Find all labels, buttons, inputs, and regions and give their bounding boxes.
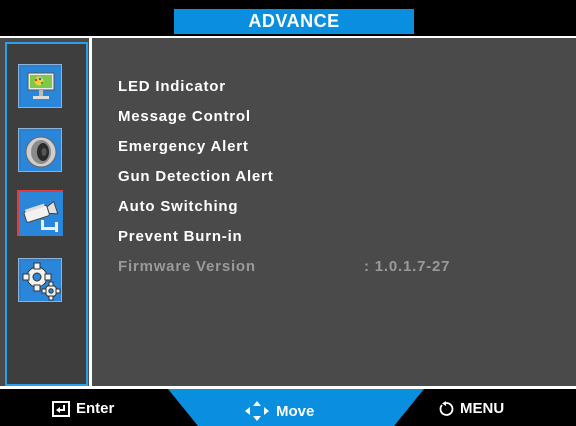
page-title-label: ADVANCE	[248, 11, 340, 31]
firmware-version-value: : 1.0.1.7-27	[364, 258, 451, 275]
footer-bar: Enter Move MENU	[0, 389, 576, 426]
gear-icon	[21, 261, 61, 301]
menu-item-led-indicator[interactable]: LED Indicator	[118, 78, 226, 95]
footer-enter[interactable]: Enter	[52, 400, 114, 417]
sidebar-item-system[interactable]	[18, 258, 62, 302]
sidebar-item-audio[interactable]	[18, 128, 62, 172]
footer-menu-label: MENU	[460, 400, 505, 417]
title-bar: ADVANCE	[0, 0, 576, 36]
menu-item-firmware-version: Firmware Version	[118, 258, 256, 275]
sidebar-item-advance[interactable]	[17, 190, 63, 236]
footer-enter-label: Enter	[76, 400, 115, 417]
footer-move[interactable]: Move	[244, 400, 314, 422]
page-title: ADVANCE	[174, 9, 414, 34]
enter-icon	[52, 400, 70, 417]
footer-move-label: Move	[276, 402, 315, 420]
move-arrows-icon	[245, 401, 269, 421]
sidebar-item-picture[interactable]	[18, 64, 62, 108]
menu-item-prevent-burn-in[interactable]: Prevent Burn-in	[118, 228, 243, 245]
back-arrow-icon	[439, 400, 454, 416]
camera-icon	[19, 192, 63, 236]
menu-item-message-control[interactable]: Message Control	[118, 108, 251, 125]
sidebar-divider	[89, 38, 92, 388]
menu-content: LED Indicator Message Control Emergency …	[92, 38, 576, 388]
picture-icon	[21, 67, 61, 107]
menu-item-auto-switching[interactable]: Auto Switching	[118, 198, 238, 215]
menu-item-emergency-alert[interactable]: Emergency Alert	[118, 138, 249, 155]
speaker-icon	[21, 131, 61, 171]
footer-menu[interactable]: MENU	[438, 400, 504, 417]
menu-item-gun-detection-alert[interactable]: Gun Detection Alert	[118, 168, 274, 185]
